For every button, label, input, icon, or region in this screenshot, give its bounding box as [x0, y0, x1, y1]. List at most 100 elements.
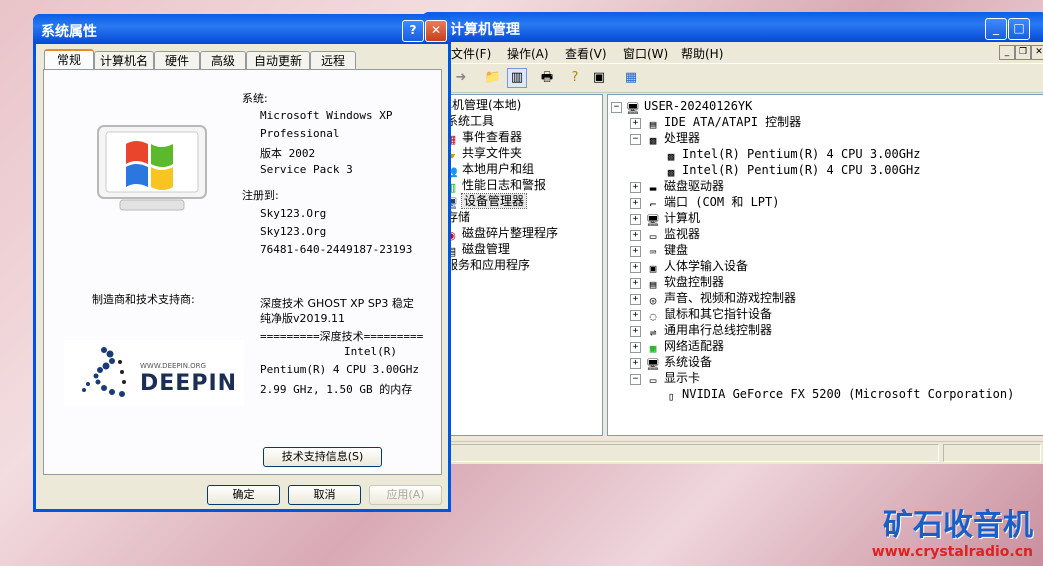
- device-cpu[interactable]: ▩ Intel(R) Pentium(R) 4 CPU 3.00GHz: [664, 146, 921, 163]
- mdi-close-button[interactable]: ✕: [1031, 45, 1043, 60]
- device-usb[interactable]: ⇌ 通用串行总线控制器: [646, 322, 772, 339]
- tree-item-shared-folders[interactable]: ▰ 共享文件夹: [444, 145, 522, 162]
- apply-button[interactable]: 应用(A): [369, 485, 442, 505]
- maximize-button[interactable]: □: [1008, 18, 1030, 40]
- tree-item-device-manager[interactable]: 🖥 设备管理器: [444, 193, 528, 210]
- console-tree[interactable]: 计算机管理(本地) 🛠系统工具 + ▦事件查看器 + ▰共享文件夹 + 👥本地用…: [417, 94, 603, 436]
- collapse-toggle[interactable]: −: [611, 102, 622, 113]
- mdi-minimize-button[interactable]: _: [999, 45, 1015, 60]
- expand-toggle[interactable]: +: [630, 214, 641, 225]
- tree-item-perf-logs[interactable]: ▥ 性能日志和警报: [444, 177, 546, 194]
- device-computer[interactable]: 🖥 计算机: [646, 210, 700, 227]
- registered-org: Sky123.Org: [260, 225, 327, 238]
- show-tree-icon[interactable]: ▥: [507, 68, 527, 88]
- menu-bar: 文件(F) 操作(A) 查看(V) 窗口(W) 帮助(H) _ ❐ ✕: [425, 42, 1043, 64]
- expand-toggle[interactable]: +: [630, 246, 641, 257]
- help-button[interactable]: ?: [402, 20, 424, 42]
- device-cpu[interactable]: ▩ Intel(R) Pentium(R) 4 CPU 3.00GHz: [664, 162, 921, 179]
- expand-toggle[interactable]: +: [630, 294, 641, 305]
- site-watermark: 矿石收音机 www.crystalradio.cn: [872, 500, 1033, 560]
- print-icon[interactable]: 🖶: [537, 68, 557, 88]
- expand-toggle[interactable]: +: [630, 182, 641, 193]
- expand-toggle[interactable]: +: [630, 326, 641, 337]
- device-root[interactable]: 🖥 USER-20240126YK: [626, 98, 752, 115]
- registered-label: 注册到:: [242, 189, 279, 202]
- minimize-button[interactable]: _: [985, 18, 1007, 40]
- expand-toggle[interactable]: +: [630, 358, 641, 369]
- tree-item-local-users[interactable]: 👥本地用户和组: [444, 161, 534, 178]
- os-service-pack: Service Pack 3: [260, 163, 353, 176]
- cancel-button[interactable]: 取消: [288, 485, 361, 505]
- registered-user: Sky123.Org: [260, 207, 327, 220]
- windows-logo: [96, 124, 208, 216]
- expand-toggle[interactable]: +: [630, 262, 641, 273]
- expand-toggle[interactable]: +: [630, 310, 641, 321]
- tab-auto-update[interactable]: 自动更新: [246, 51, 310, 70]
- expand-toggle[interactable]: +: [630, 230, 641, 241]
- expand-toggle[interactable]: +: [630, 278, 641, 289]
- support-info-button[interactable]: 技术支持信息(S): [263, 447, 382, 467]
- title-bar[interactable]: 计算机管理 _ □: [422, 12, 1043, 42]
- oem-line: =========深度技术=========: [260, 330, 424, 343]
- device-system[interactable]: 🖥 系统设备: [646, 354, 712, 371]
- window-title: 计算机管理: [450, 22, 520, 38]
- properties-icon[interactable]: ▦: [621, 68, 641, 88]
- device-monitors[interactable]: ▭ 监视器: [646, 226, 700, 243]
- dialog-title-bar[interactable]: 系统属性 ? ✕: [33, 14, 451, 44]
- device-tree[interactable]: − 🖥 USER-20240126YK + ▤ IDE ATA/ATAPI 控制器 …: [607, 94, 1043, 436]
- display-icon: ▯: [667, 390, 675, 403]
- system-properties-dialog: 系统属性 ? ✕ 常规 计算机名 硬件 高级 自动更新 远程 系统: Micro…: [33, 14, 451, 512]
- device-sound[interactable]: ◎ 声音、视频和游戏控制器: [646, 290, 796, 307]
- menu-file[interactable]: 文件(F): [451, 45, 491, 62]
- tree-item-disk-management[interactable]: ▤ 磁盘管理: [444, 241, 510, 258]
- os-version: 版本 2002: [260, 147, 316, 160]
- device-keyboard[interactable]: ⌨ 键盘: [646, 242, 688, 259]
- product-id: 76481-640-2449187-23193: [260, 243, 413, 256]
- tab-remote[interactable]: 远程: [310, 51, 356, 70]
- ok-button[interactable]: 确定: [207, 485, 280, 505]
- dialog-body: 常规 计算机名 硬件 高级 自动更新 远程 系统: Microsoft Wind…: [36, 44, 448, 509]
- collapse-toggle[interactable]: −: [630, 134, 641, 145]
- help-icon[interactable]: ?: [565, 68, 585, 88]
- logo-url: WWW.DEEPIN.ORG: [140, 362, 206, 370]
- tree-item-defrag[interactable]: ◉磁盘碎片整理程序: [444, 225, 558, 242]
- device-ide[interactable]: ▤ IDE ATA/ATAPI 控制器: [646, 114, 801, 131]
- close-button[interactable]: ✕: [425, 20, 447, 42]
- cpu-model: Pentium(R) 4 CPU 3.00GHz: [260, 363, 419, 376]
- device-floppy[interactable]: ▤ 软盘控制器: [646, 274, 724, 291]
- status-cell: [427, 444, 939, 462]
- oem-line: 纯净版v2019.11: [260, 312, 345, 325]
- device-processor[interactable]: ▩ 处理器: [646, 130, 700, 147]
- device-hid[interactable]: ▣ 人体学输入设备: [646, 258, 748, 275]
- menu-window[interactable]: 窗口(W): [623, 45, 668, 62]
- device-gpu[interactable]: ▯ NVIDIA GeForce FX 5200 (Microsoft Corpo…: [664, 386, 1015, 403]
- collapse-toggle[interactable]: −: [630, 374, 641, 385]
- console-icon[interactable]: ▣: [589, 68, 609, 88]
- tab-hardware[interactable]: 硬件: [154, 51, 200, 70]
- tab-advanced[interactable]: 高级: [200, 51, 246, 70]
- display-icon: ▭: [649, 374, 657, 387]
- logo-text: DEEPIN: [140, 371, 238, 396]
- chip-icon: ▩: [649, 134, 657, 147]
- window-body: 文件(F) 操作(A) 查看(V) 窗口(W) 帮助(H) _ ❐ ✕ ➜ 📁 …: [417, 42, 1043, 464]
- menu-view[interactable]: 查看(V): [565, 45, 607, 62]
- device-mouse[interactable]: ◌ 鼠标和其它指针设备: [646, 306, 772, 323]
- oem-line: 深度技术 GHOST XP SP3 稳定: [260, 297, 414, 310]
- forward-icon[interactable]: ➜: [451, 68, 471, 88]
- watermark-url: www.crystalradio.cn: [871, 544, 1033, 560]
- device-ports[interactable]: ⌐ 端口 (COM 和 LPT): [646, 194, 780, 211]
- expand-toggle[interactable]: +: [630, 118, 641, 129]
- device-disk-drives[interactable]: ▬ 磁盘驱动器: [646, 178, 724, 195]
- mdi-restore-button[interactable]: ❐: [1015, 45, 1031, 60]
- os-name: Microsoft Windows XP: [260, 109, 393, 122]
- device-display[interactable]: ▭ 显示卡: [646, 370, 700, 387]
- device-network[interactable]: ▦ 网络适配器: [646, 338, 724, 355]
- tab-computer-name[interactable]: 计算机名: [94, 51, 154, 70]
- status-bar: [425, 441, 1043, 464]
- tree-item-event-viewer[interactable]: ▦ 事件查看器: [444, 129, 522, 146]
- menu-action[interactable]: 操作(A): [507, 45, 549, 62]
- expand-toggle[interactable]: +: [630, 198, 641, 209]
- menu-help[interactable]: 帮助(H): [681, 45, 723, 62]
- up-folder-icon[interactable]: 📁: [483, 68, 503, 88]
- expand-toggle[interactable]: +: [630, 342, 641, 353]
